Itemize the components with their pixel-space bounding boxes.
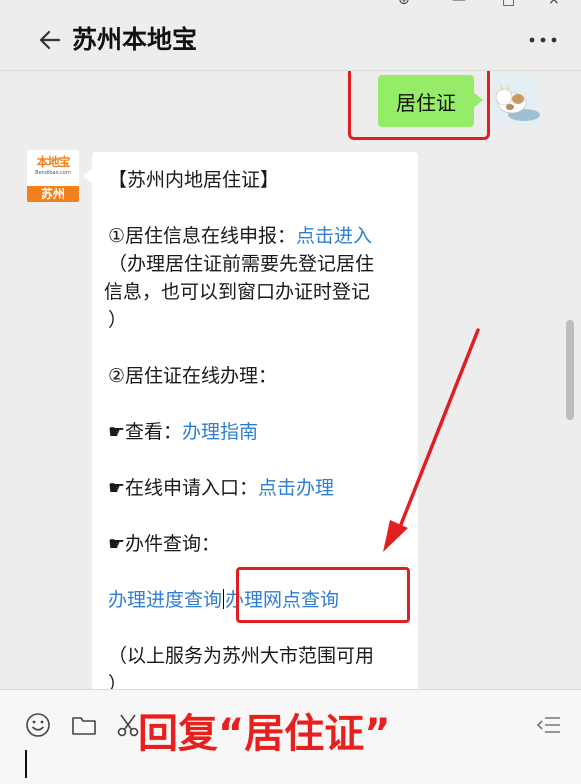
cat-avatar-icon xyxy=(490,75,540,125)
reply-instruction-text: 回复“居住证” xyxy=(138,711,391,757)
message-line: ①居住信息在线申报：点击进入 xyxy=(108,222,372,250)
status-icon: × xyxy=(548,0,560,8)
bot-domain: Bendibao.com xyxy=(35,170,71,176)
guide-link[interactable]: 办理指南 xyxy=(182,421,258,443)
item1-note-line1: （办理居住证前需要先登记居住 xyxy=(108,253,375,275)
back-button[interactable] xyxy=(30,20,70,60)
item2-label: ②居住证在线办理： xyxy=(108,365,278,387)
page-title: 苏州本地宝 xyxy=(72,25,198,54)
outgoing-message-bubble[interactable]: 居住证 xyxy=(378,75,483,127)
message-line: ☛在线申请入口：点击办理 xyxy=(108,474,334,502)
incoming-message-bubble: 【苏州内地居住证】 ①居住信息在线申报：点击进入 （办理居住证前需要先登记居住 … xyxy=(83,152,418,689)
emoji-button[interactable] xyxy=(23,710,53,740)
scope-line2: ） xyxy=(108,673,128,689)
status-icon: □ xyxy=(502,0,516,8)
message-line: 办理进度查询 办理网点查询 xyxy=(108,586,339,614)
outlets-query-link[interactable]: 办理网点查询 xyxy=(225,589,339,611)
chat-header: 苏州本地宝 xyxy=(0,10,581,68)
view-label: ☛查看： xyxy=(108,421,183,443)
back-arrow-icon xyxy=(39,30,61,50)
history-list-icon xyxy=(536,717,560,733)
scrollbar[interactable] xyxy=(566,320,574,420)
bot-brand-logo: 本地宝 xyxy=(36,155,70,169)
item1-note-line3: ） xyxy=(108,309,128,331)
online-report-link[interactable]: 点击进入 xyxy=(296,225,372,247)
item1-note-line2: 信息，也可以到窗口办证时登记 xyxy=(104,281,371,303)
more-icon xyxy=(529,37,557,43)
chat-area[interactable]: 居住证 本地宝 Bendibao.com 苏州 【苏州内地居住证】 ①居住信息在… xyxy=(0,71,581,689)
apply-link[interactable]: 点击办理 xyxy=(258,477,334,499)
history-button[interactable] xyxy=(534,710,564,740)
progress-query-link[interactable]: 办理进度查询 xyxy=(108,589,222,611)
apply-label: ☛在线申请入口： xyxy=(108,477,259,499)
text-cursor xyxy=(223,589,225,609)
bot-city: 苏州 xyxy=(27,186,79,202)
folder-icon xyxy=(72,717,96,735)
scope-line1: （以上服务为苏州大市范围可用 xyxy=(108,645,375,667)
status-icon: ⊕ xyxy=(398,0,410,8)
query-label: ☛办件查询： xyxy=(108,533,221,555)
user-avatar[interactable] xyxy=(490,75,540,125)
message-line: ☛查看：办理指南 xyxy=(108,418,258,446)
input-bar: 回复“居住证” xyxy=(0,689,581,784)
emoji-icon xyxy=(26,713,50,737)
more-button[interactable] xyxy=(523,24,563,56)
status-icon: — xyxy=(452,0,466,8)
input-cursor xyxy=(25,750,27,778)
item1-label: ①居住信息在线申报： xyxy=(108,225,297,247)
file-button[interactable] xyxy=(69,710,99,740)
message-title: 【苏州内地居住证】 xyxy=(108,169,280,191)
bot-avatar[interactable]: 本地宝 Bendibao.com 苏州 xyxy=(27,150,79,202)
